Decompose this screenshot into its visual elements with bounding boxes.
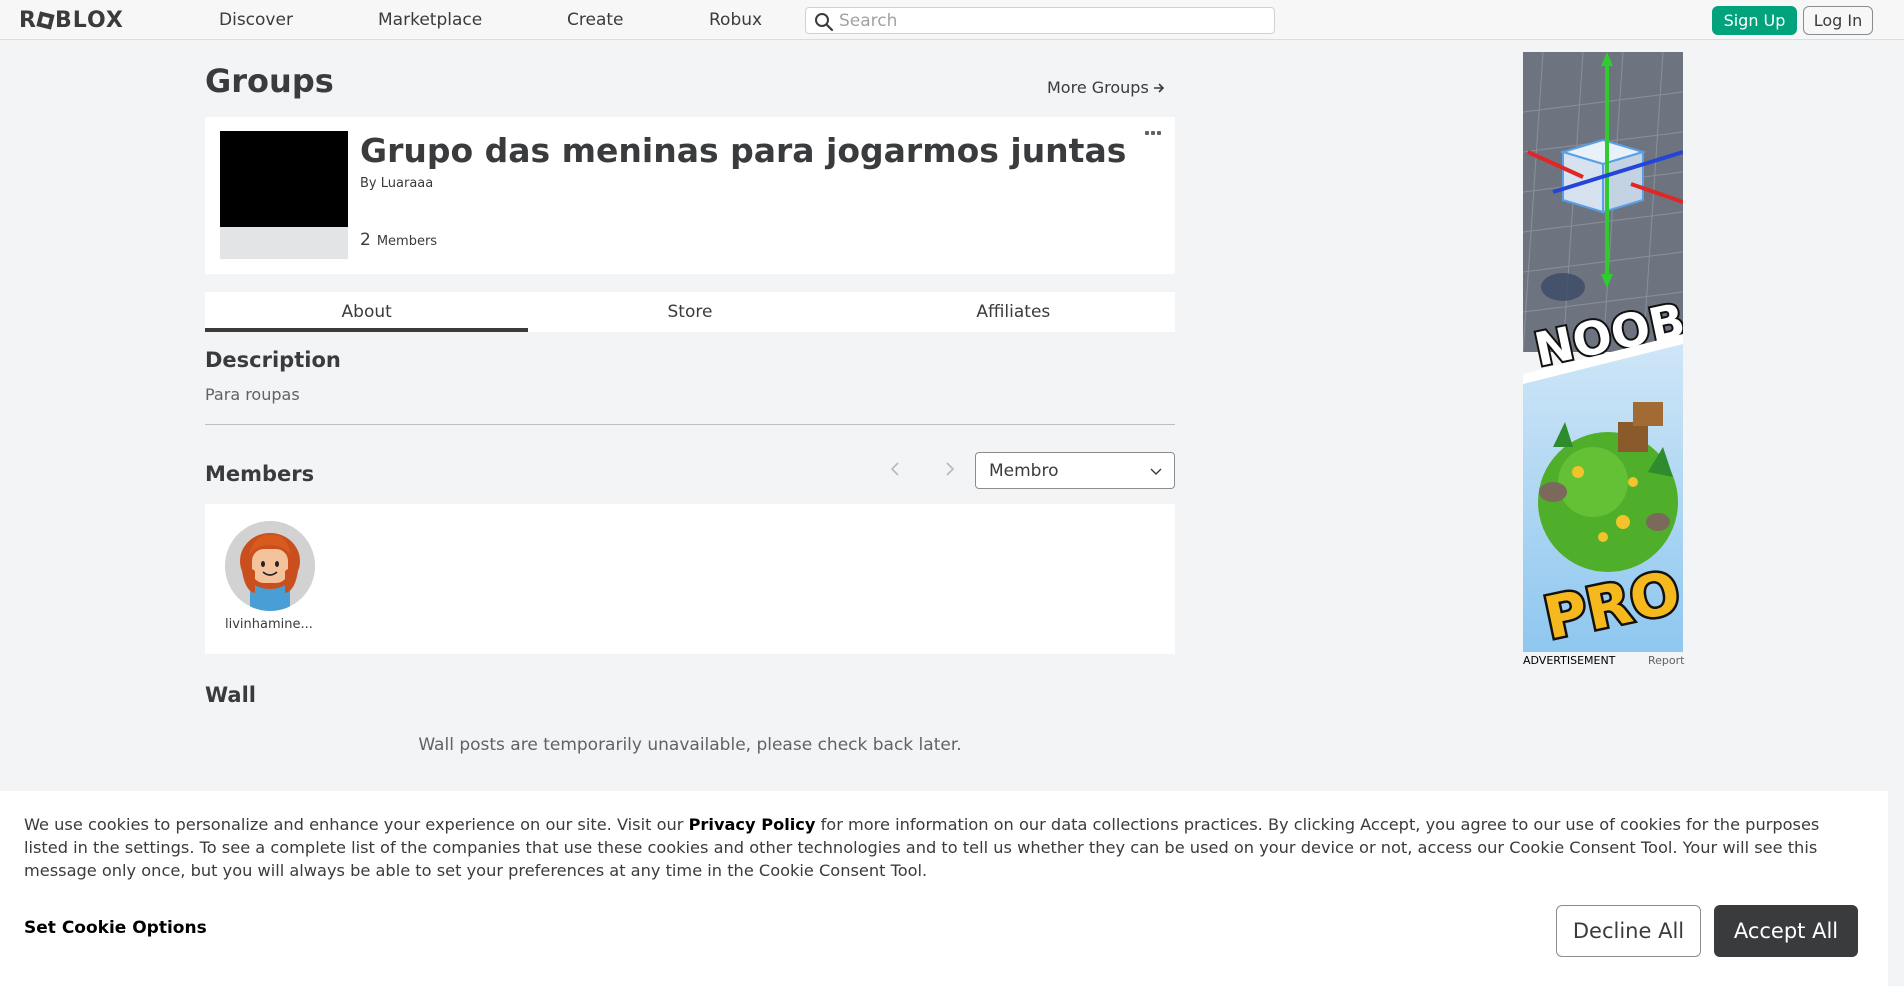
member-count-label: Members — [376, 234, 438, 249]
cookie-message: We use cookies to personalize and enhanc… — [24, 813, 1864, 882]
next-page-icon[interactable] — [939, 459, 959, 479]
more-options-icon[interactable] — [1145, 127, 1163, 139]
by-label: By — [360, 176, 377, 191]
member-card[interactable]: livinhamine... — [225, 521, 317, 632]
description-text: Para roupas — [205, 385, 300, 404]
member-count-value: 2 — [360, 230, 371, 250]
ad-image: NOOB PRO — [1523, 52, 1683, 652]
group-owner-link[interactable]: Luaraaa — [381, 176, 433, 191]
section-divider — [205, 424, 1175, 425]
group-header-card: Grupo das meninas para jogarmos juntas B… — [205, 117, 1175, 274]
nav-robux[interactable]: Robux — [709, 10, 762, 30]
group-emblem-fill — [220, 131, 348, 227]
group-owner-line: By Luaraaa — [360, 176, 433, 191]
group-name: Grupo das meninas para jogarmos juntas — [360, 131, 1127, 170]
description-heading: Description — [205, 348, 341, 372]
wall-heading: Wall — [205, 683, 256, 707]
privacy-policy-link[interactable]: Privacy Policy — [689, 815, 816, 834]
tab-store[interactable]: Store — [528, 292, 851, 332]
logo-text-start: R — [19, 7, 37, 33]
logo-o-square-icon — [36, 10, 55, 30]
members-heading: Members — [205, 462, 315, 486]
scrollbar-track[interactable] — [1888, 40, 1904, 986]
group-member-count: 2 Members — [360, 230, 437, 250]
chevron-down-icon — [1150, 468, 1162, 475]
cookie-consent-banner: We use cookies to personalize and enhanc… — [0, 791, 1888, 986]
report-ad-link[interactable]: Report — [1648, 654, 1684, 667]
group-emblem-image — [220, 131, 348, 259]
accept-all-button[interactable]: Accept All — [1714, 905, 1858, 957]
more-groups-link[interactable]: More Groups — [1047, 78, 1165, 97]
more-groups-label: More Groups — [1047, 78, 1149, 97]
log-in-button[interactable]: Log In — [1803, 6, 1873, 35]
roblox-logo[interactable]: R BLOX — [19, 7, 124, 33]
wall-unavailable-message: Wall posts are temporarily unavailable, … — [418, 735, 962, 755]
arrow-right-icon — [1153, 82, 1164, 93]
cookie-text-start: We use cookies to personalize and enhanc… — [24, 815, 689, 834]
avatar-character-icon — [225, 521, 315, 611]
search-icon — [815, 13, 834, 32]
member-name: livinhamine... — [225, 617, 313, 632]
role-dropdown[interactable]: Membro — [975, 452, 1175, 489]
sign-up-button[interactable]: Sign Up — [1712, 6, 1797, 35]
tab-about[interactable]: About — [205, 292, 529, 332]
nav-create[interactable]: Create — [567, 10, 624, 30]
advertisement-banner[interactable]: NOOB PRO — [1523, 52, 1683, 652]
member-avatar — [225, 521, 315, 611]
logo-text-end: BLOX — [54, 7, 124, 33]
nav-discover[interactable]: Discover — [219, 10, 293, 30]
search-box — [805, 7, 1275, 34]
advertisement-label: ADVERTISEMENT — [1523, 654, 1616, 667]
nav-marketplace[interactable]: Marketplace — [378, 10, 482, 30]
top-navigation-bar: R BLOX Discover Marketplace Create Robux … — [0, 0, 1904, 40]
set-cookie-options-button[interactable]: Set Cookie Options — [24, 918, 207, 938]
members-list: livinhamine... — [205, 504, 1175, 654]
group-tabs: About Store Affiliates — [205, 292, 1175, 332]
tab-affiliates[interactable]: Affiliates — [852, 292, 1175, 332]
search-input[interactable] — [839, 10, 1259, 31]
role-dropdown-value: Membro — [989, 460, 1059, 481]
decline-all-button[interactable]: Decline All — [1556, 905, 1701, 957]
page-title: Groups — [205, 62, 334, 100]
previous-page-icon[interactable] — [886, 459, 906, 479]
